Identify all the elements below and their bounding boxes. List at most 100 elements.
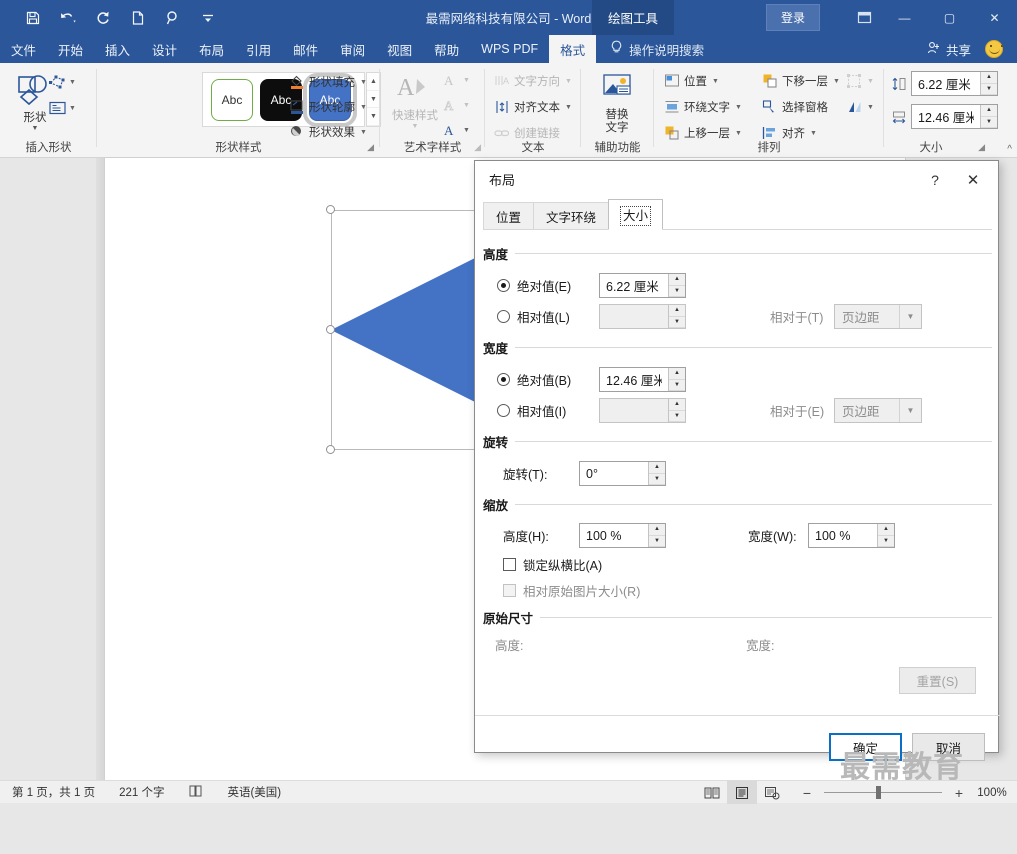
spin-up-icon[interactable]: ▲: [878, 524, 894, 536]
scale-width-row[interactable]: 宽度(W): ▲▼: [748, 523, 895, 548]
chevron-down-icon[interactable]: ▼: [360, 104, 367, 111]
width-absolute-radio[interactable]: [497, 373, 510, 386]
proofing-status[interactable]: [176, 784, 215, 801]
chevron-down-icon[interactable]: ▼: [735, 104, 742, 111]
spin-up-icon[interactable]: ▲: [981, 72, 997, 84]
page-indicator[interactable]: 第 1 页，共 1 页: [0, 784, 107, 800]
width-relative-row[interactable]: 相对值(I) ▲ ▼ 相对于(E) 页边距 ▼: [497, 398, 922, 423]
height-absolute-row[interactable]: 绝对值(E) ▲▼: [497, 273, 686, 298]
chevron-down-icon[interactable]: ▼: [69, 79, 76, 86]
spin-up-icon[interactable]: ▲: [669, 368, 685, 380]
spin-up-icon[interactable]: ▲: [649, 524, 665, 536]
width-relative-radio[interactable]: [497, 404, 510, 417]
align-text-button[interactable]: 对齐文本 ▼: [494, 96, 572, 118]
scale-height-spinner[interactable]: ▲▼: [579, 523, 666, 548]
redo-icon[interactable]: [92, 7, 114, 29]
cancel-button[interactable]: 取消: [912, 733, 985, 761]
shape-height-spinner[interactable]: ▲▼: [911, 71, 998, 96]
chevron-down-icon[interactable]: ▼: [32, 125, 39, 132]
spin-down-icon[interactable]: ▼: [981, 83, 997, 95]
spin-down-icon[interactable]: ▼: [669, 379, 685, 391]
tab-file[interactable]: 文件: [0, 35, 47, 63]
chevron-down-icon[interactable]: ▼: [810, 130, 817, 137]
edit-shape-button[interactable]: ▼: [48, 71, 76, 93]
shape-width-control[interactable]: ▲▼: [891, 104, 998, 129]
draw-textbox-button[interactable]: ▼: [48, 97, 76, 119]
shape-width-spinner[interactable]: ▲▼: [911, 104, 998, 129]
resize-handle-top-left[interactable]: [326, 205, 335, 214]
spin-down-icon[interactable]: ▼: [649, 473, 665, 485]
spin-down-icon[interactable]: ▼: [878, 535, 894, 547]
wordart-quick-styles-button[interactable]: A 快速样式 ▼: [388, 69, 442, 130]
tab-help[interactable]: 帮助: [423, 35, 470, 63]
text-effects-button[interactable]: A ▼: [442, 119, 470, 141]
width-absolute-row[interactable]: 绝对值(B) ▲▼: [497, 367, 686, 392]
reset-button[interactable]: 重置(S): [899, 667, 976, 694]
language-indicator[interactable]: 英语(美国): [215, 784, 293, 800]
minimize-button[interactable]: —: [882, 0, 927, 35]
feedback-emoji-icon[interactable]: [985, 40, 1003, 58]
dialog-help-button[interactable]: ?: [924, 169, 946, 191]
width-absolute-input[interactable]: [600, 368, 668, 391]
shape-width-input[interactable]: [912, 105, 980, 128]
selection-pane-button[interactable]: 选择窗格: [762, 96, 828, 118]
resize-handle-bottom-left[interactable]: [326, 445, 335, 454]
alt-text-button[interactable]: 替换 文字: [589, 68, 645, 135]
rotation-spinner[interactable]: ▲▼: [579, 461, 666, 486]
scale-width-spinner[interactable]: ▲▼: [808, 523, 895, 548]
tab-mailings[interactable]: 邮件: [282, 35, 329, 63]
resize-handle-middle-left[interactable]: [326, 325, 335, 334]
tab-references[interactable]: 引用: [235, 35, 282, 63]
view-web-layout-icon[interactable]: [757, 781, 787, 804]
tab-home[interactable]: 开始: [47, 35, 94, 63]
chevron-down-icon[interactable]: ▼: [360, 79, 367, 86]
spin-up-icon[interactable]: ▲: [669, 274, 685, 286]
zoom-out-button[interactable]: −: [799, 785, 815, 801]
find-icon[interactable]: [162, 7, 184, 29]
position-button[interactable]: 位置 ▼: [664, 70, 719, 92]
scale-height-row[interactable]: 高度(H): ▲▼: [503, 523, 666, 548]
height-relative-row[interactable]: 相对值(L) ▲ ▼ 相对于(T) 页边距 ▼: [497, 304, 922, 329]
view-read-mode-icon[interactable]: [697, 781, 727, 804]
zoom-in-button[interactable]: +: [951, 785, 967, 801]
tab-wps-pdf[interactable]: WPS PDF: [470, 35, 549, 63]
wrap-text-button[interactable]: 环绕文字 ▼: [664, 96, 742, 118]
dialog-tab-position[interactable]: 位置: [483, 202, 535, 230]
rotation-input[interactable]: [580, 462, 648, 485]
lock-aspect-ratio-checkbox[interactable]: [503, 558, 516, 571]
chevron-down-icon[interactable]: ▼: [360, 129, 367, 136]
chevron-down-icon[interactable]: ▼: [735, 130, 742, 137]
save-icon[interactable]: [22, 7, 44, 29]
dialog-tab-text-wrapping[interactable]: 文字环绕: [533, 202, 610, 230]
shape-fill-button[interactable]: 形状填充 ▼: [289, 71, 367, 93]
tab-design[interactable]: 设计: [141, 35, 188, 63]
tab-layout[interactable]: 布局: [188, 35, 235, 63]
ribbon-display-options-icon[interactable]: [846, 0, 882, 35]
shape-height-input[interactable]: [912, 72, 980, 95]
height-absolute-radio[interactable]: [497, 279, 510, 292]
chevron-down-icon[interactable]: ▼: [463, 127, 470, 134]
tab-format[interactable]: 格式: [549, 35, 597, 63]
maximize-button[interactable]: ▢: [927, 0, 972, 35]
rotate-button[interactable]: ▼: [846, 96, 874, 118]
spin-down-icon[interactable]: ▼: [669, 285, 685, 297]
spin-down-icon[interactable]: ▼: [981, 116, 997, 128]
tab-review[interactable]: 审阅: [329, 35, 376, 63]
dialog-close-button[interactable]: ✕: [960, 169, 986, 191]
spin-up-icon[interactable]: ▲: [649, 462, 665, 474]
tell-me-search[interactable]: 操作说明搜索: [596, 35, 704, 63]
scale-height-input[interactable]: [580, 524, 648, 547]
chevron-down-icon[interactable]: ▼: [867, 104, 874, 111]
share-button[interactable]: 共享: [927, 35, 971, 63]
chevron-down-icon[interactable]: ▼: [69, 105, 76, 112]
tab-insert[interactable]: 插入: [94, 35, 141, 63]
chevron-down-icon[interactable]: ▼: [565, 104, 572, 111]
shape-outline-button[interactable]: 形状轮廓 ▼: [289, 96, 367, 118]
chevron-down-icon[interactable]: ▼: [833, 78, 840, 85]
width-absolute-spinner[interactable]: ▲▼: [599, 367, 686, 392]
shape-height-control[interactable]: ▲▼: [891, 71, 998, 96]
shape-styles-dialog-launcher[interactable]: ◢: [367, 142, 374, 153]
send-backward-button[interactable]: 下移一层 ▼: [762, 70, 840, 92]
wordart-dialog-launcher[interactable]: ◢: [474, 142, 481, 153]
customize-qat-icon[interactable]: [197, 7, 219, 29]
